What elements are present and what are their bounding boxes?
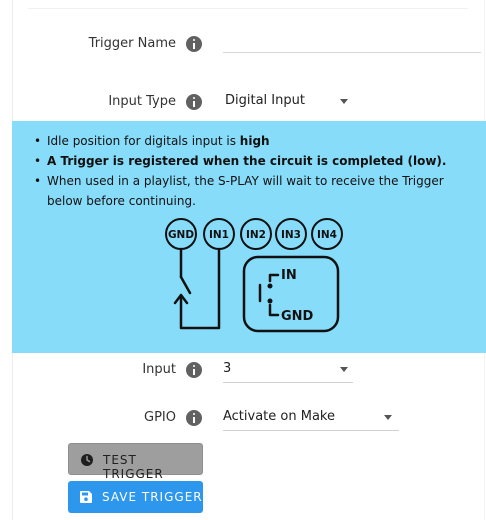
gpio-value: Activate on Make bbox=[223, 409, 335, 424]
test-trigger-label: TEST TRIGGER bbox=[103, 453, 164, 481]
terminal-in3-label: IN3 bbox=[281, 229, 301, 241]
gpio-label: GPIO bbox=[144, 410, 176, 425]
box-wire-gnd bbox=[268, 303, 280, 317]
terminal-in1-label: IN1 bbox=[209, 229, 229, 241]
top-divider bbox=[28, 8, 468, 9]
info-bullet-1-bold: high bbox=[239, 134, 270, 148]
info-icon[interactable] bbox=[186, 94, 202, 110]
info-bullet-3-text: When used in a playlist, the S-PLAY will… bbox=[47, 174, 444, 208]
info-icon[interactable] bbox=[186, 362, 202, 378]
input-type-select[interactable]: Digital Input bbox=[225, 89, 353, 115]
switch-in-label: IN bbox=[281, 268, 297, 283]
input-type-value: Digital Input bbox=[225, 93, 305, 108]
terminal-in2-label: IN2 bbox=[246, 229, 266, 241]
info-bullet-1: Idle position for digitals input is high bbox=[32, 131, 477, 151]
chevron-down-icon bbox=[340, 367, 348, 372]
input-select[interactable]: 3 bbox=[223, 357, 353, 383]
box-contact-bottom bbox=[267, 298, 273, 304]
test-trigger-button[interactable]: TEST TRIGGER bbox=[68, 443, 203, 481]
info-icon[interactable] bbox=[186, 410, 202, 426]
chevron-down-icon bbox=[384, 415, 392, 420]
switch-lever bbox=[179, 275, 192, 295]
save-icon bbox=[80, 491, 92, 503]
save-trigger-button[interactable]: SAVE TRIGGER bbox=[68, 481, 203, 513]
box-contact-top bbox=[267, 283, 273, 289]
input-value: 3 bbox=[223, 361, 232, 376]
trigger-name-label: Trigger Name bbox=[88, 36, 176, 51]
input-type-label: Input Type bbox=[108, 94, 176, 109]
info-bullet-1-text: Idle position for digitals input is bbox=[47, 134, 240, 148]
info-bullet-2-text: A Trigger is registered when the circuit… bbox=[47, 154, 447, 168]
info-bullet-2: A Trigger is registered when the circuit… bbox=[32, 151, 477, 171]
input-label: Input bbox=[142, 362, 176, 377]
wiring-diagram: GND IN1 IN2 IN3 IN4 IN GND bbox=[165, 218, 343, 333]
info-icon[interactable] bbox=[186, 36, 202, 52]
chevron-down-icon bbox=[340, 99, 348, 104]
terminal-in4-label: IN4 bbox=[317, 229, 337, 241]
switch-gnd-label: GND bbox=[281, 309, 314, 324]
info-list: Idle position for digitals input is high… bbox=[32, 131, 477, 211]
terminal-gnd-label: GND bbox=[168, 229, 194, 241]
info-bullet-3: When used in a playlist, the S-PLAY will… bbox=[32, 171, 477, 211]
gpio-select[interactable]: Activate on Make bbox=[223, 405, 399, 431]
clock-icon bbox=[81, 454, 93, 466]
save-trigger-label: SAVE TRIGGER bbox=[102, 490, 203, 504]
trigger-name-input[interactable] bbox=[223, 27, 481, 53]
box-wire-in bbox=[268, 273, 280, 283]
